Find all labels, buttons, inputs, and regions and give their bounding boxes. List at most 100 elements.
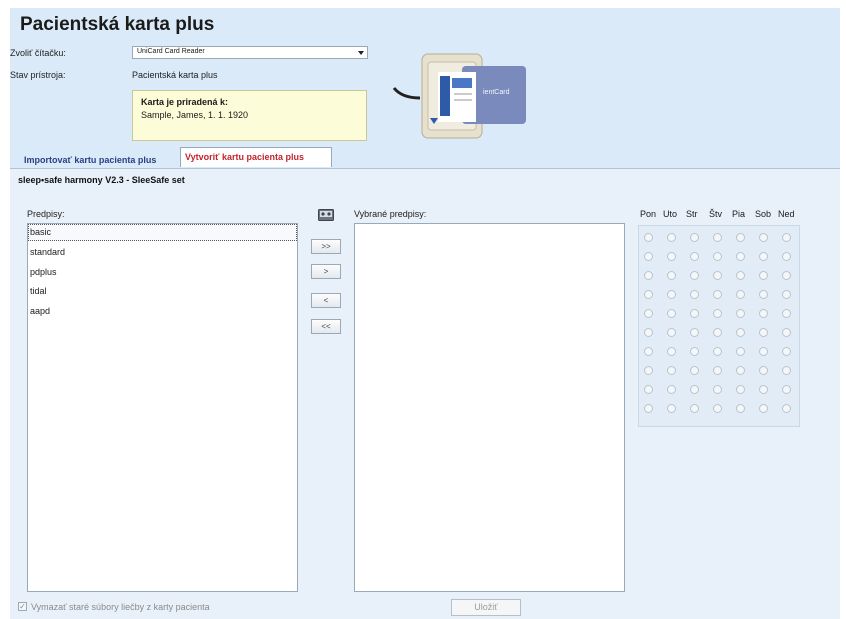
day-radio[interactable] [644,309,653,318]
tab-create[interactable]: Vytvoriť kartu pacienta plus [180,147,332,167]
day-radio[interactable] [736,309,745,318]
day-radio[interactable] [667,309,676,318]
create-panel: sleep•safe harmony V2.3 - SleeSafe set P… [10,168,840,619]
day-radio[interactable] [759,404,768,413]
day-radio[interactable] [759,328,768,337]
list-item[interactable]: standard [30,247,65,257]
list-item[interactable]: tidal [30,286,47,296]
day-radio[interactable] [759,290,768,299]
remove-button[interactable]: < [311,293,341,308]
reader-select[interactable]: UniCard Card Reader [132,46,368,59]
day-radio[interactable] [759,309,768,318]
day-radio[interactable] [713,328,722,337]
day-radio[interactable] [713,309,722,318]
day-radio[interactable] [713,347,722,356]
day-radio[interactable] [782,385,791,394]
app-window: Pacientská karta plus Zvoliť čítačku: Un… [10,8,840,619]
day-radio[interactable] [759,271,768,280]
day-radio[interactable] [644,233,653,242]
day-radio[interactable] [759,252,768,261]
tab-import[interactable]: Importovať kartu pacienta plus [10,147,156,167]
day-radio[interactable] [690,347,699,356]
day-radio[interactable] [782,290,791,299]
day-radio[interactable] [782,366,791,375]
page-title: Pacientská karta plus [20,14,215,35]
day-label: Sob [755,209,772,219]
day-radio[interactable] [782,404,791,413]
day-radio[interactable] [782,309,791,318]
day-radio[interactable] [667,328,676,337]
list-item[interactable]: basic [30,227,51,237]
day-radio[interactable] [644,366,653,375]
card-reader-image: ientCard [392,53,526,139]
day-radio[interactable] [759,385,768,394]
day-radio[interactable] [690,290,699,299]
day-radio[interactable] [690,271,699,280]
day-radio[interactable] [782,328,791,337]
selected-prescriptions-list[interactable] [354,223,625,592]
save-button[interactable]: Uložiť [451,599,521,616]
day-radio[interactable] [782,271,791,280]
day-radio[interactable] [713,404,722,413]
day-radio[interactable] [713,385,722,394]
day-radio[interactable] [782,347,791,356]
day-radio[interactable] [644,328,653,337]
selected-row-highlight [28,224,297,241]
day-radio[interactable] [713,290,722,299]
day-radio[interactable] [736,404,745,413]
add-button[interactable]: > [311,264,341,279]
day-radio[interactable] [690,385,699,394]
day-radio[interactable] [667,385,676,394]
day-radio[interactable] [644,385,653,394]
day-radio[interactable] [690,252,699,261]
erase-old-files-checkbox[interactable]: ✓ [18,602,27,611]
day-radio[interactable] [759,233,768,242]
day-radio[interactable] [644,271,653,280]
day-radio[interactable] [690,404,699,413]
day-radio[interactable] [736,347,745,356]
day-radio[interactable] [713,233,722,242]
prescriptions-label: Predpisy: [27,209,65,219]
day-radio[interactable] [736,328,745,337]
day-radio[interactable] [667,404,676,413]
day-label: Ned [778,209,795,219]
day-radio[interactable] [782,252,791,261]
assignment-box: Karta je priradená k: Sample, James, 1. … [132,90,367,141]
list-item[interactable]: pdplus [30,267,57,277]
add-all-button[interactable]: >> [311,239,341,254]
card-icon [318,209,334,221]
day-radio[interactable] [667,252,676,261]
day-radio[interactable] [736,252,745,261]
day-radio[interactable] [690,233,699,242]
day-radio[interactable] [667,233,676,242]
day-radio[interactable] [667,290,676,299]
day-radio[interactable] [644,252,653,261]
day-label: Pia [732,209,746,219]
day-radio[interactable] [667,347,676,356]
day-radio[interactable] [759,366,768,375]
day-radio[interactable] [736,385,745,394]
day-radio[interactable] [713,366,722,375]
day-radio[interactable] [690,309,699,318]
day-radio[interactable] [667,271,676,280]
list-item[interactable]: aapd [30,306,50,316]
day-radio[interactable] [644,347,653,356]
reader-label: Zvoliť čítačku: [10,48,66,58]
device-status-label: Stav prístroja: [10,70,66,80]
day-radio[interactable] [667,366,676,375]
day-selection-grid [638,225,800,427]
prescriptions-list[interactable]: basic standard pdplus tidal aapd [27,223,298,592]
remove-all-button[interactable]: << [311,319,341,334]
day-radio[interactable] [713,271,722,280]
day-radio[interactable] [736,290,745,299]
day-radio[interactable] [759,347,768,356]
day-radio[interactable] [690,328,699,337]
day-radio[interactable] [736,233,745,242]
day-radio[interactable] [782,233,791,242]
day-radio[interactable] [690,366,699,375]
day-radio[interactable] [644,290,653,299]
day-radio[interactable] [736,271,745,280]
day-radio[interactable] [713,252,722,261]
day-radio[interactable] [736,366,745,375]
day-radio[interactable] [644,404,653,413]
